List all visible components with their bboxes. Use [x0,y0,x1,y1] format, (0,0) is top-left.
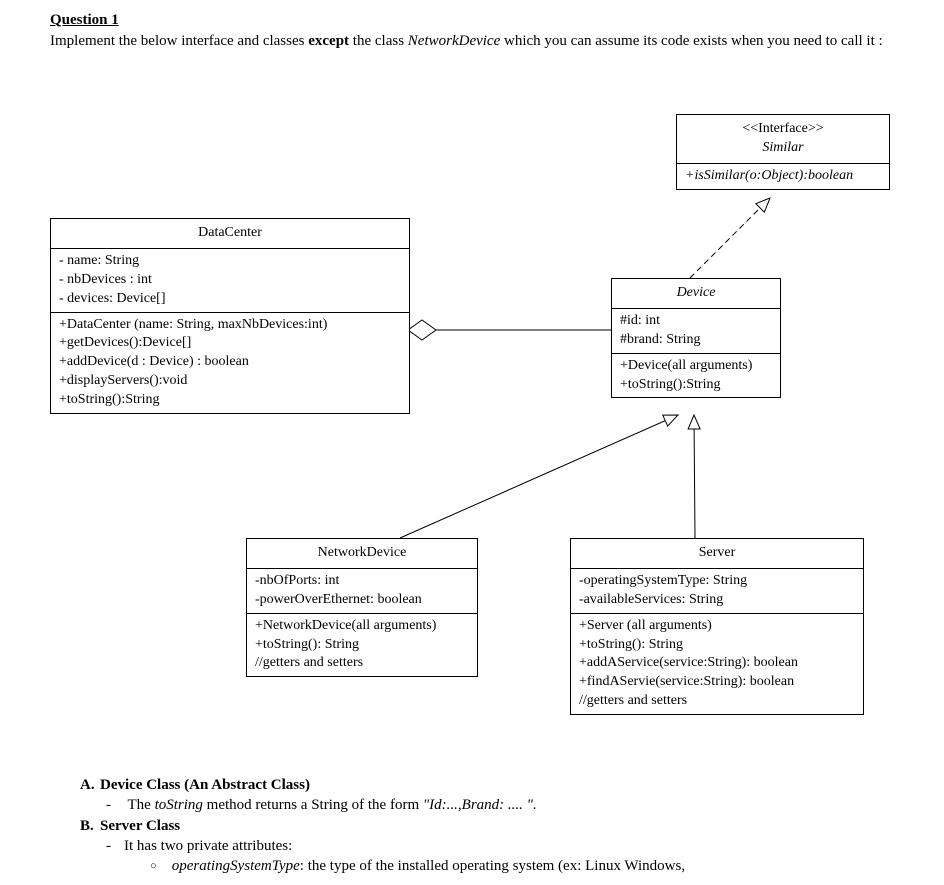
uml-networkdevice-methods: +NetworkDevice(all arguments) +toString(… [247,614,477,677]
uml-server-method-2: +toString(): String [579,636,855,655]
uml-similar-name: Similar [685,139,881,158]
uml-networkdevice-attr-1: -nbOfPorts: int [255,572,469,591]
note-a-item-1-ital1: toString [155,797,203,813]
uml-class-device: Device #id: int #brand: String +Device(a… [611,278,781,398]
uml-similar-title: <<Interface>> Similar [677,115,889,164]
prompt-ital: NetworkDevice [408,33,500,49]
uml-datacenter-attr-1: - name: String [59,252,401,271]
prompt-post: which you can assume its code exists whe… [500,33,882,49]
prompt-mid: the class [349,33,408,49]
prompt-bold: except [308,33,349,49]
note-b-item-1: It has two private attributes: [124,836,880,856]
uml-similar-methods: +isSimilar(o:Object):boolean [677,164,889,189]
note-a-heading: A.Device Class (An Abstract Class) [80,775,880,795]
uml-similar-method-1: +isSimilar(o:Object):boolean [685,167,881,186]
uml-datacenter-method-5: +toString():String [59,391,401,410]
question-heading: Question 1 [50,12,944,29]
note-b-letter: B. [80,816,100,836]
uml-server-method-3: +addAService(service:String): boolean [579,654,855,673]
uml-datacenter-method-3: +addDevice(d : Device) : boolean [59,353,401,372]
note-b-subitem-1-post: : the type of the installed operating sy… [300,858,685,874]
note-a-letter: A. [80,775,100,795]
uml-server-method-5: //getters and setters [579,692,855,711]
note-b-title: Server Class [100,818,180,834]
uml-server-methods: +Server (all arguments) +toString(): Str… [571,614,863,714]
uml-device-attr-1: #id: int [620,312,772,331]
uml-datacenter-attr-2: - nbDevices : int [59,271,401,290]
note-a-item-1-ital2: "Id:...,Brand: .... ". [423,797,537,813]
uml-datacenter-attr-3: - devices: Device[] [59,290,401,309]
uml-class-server: Server -operatingSystemType: String -ava… [570,538,864,715]
uml-networkdevice-method-2: +toString(): String [255,636,469,655]
note-b-heading: B.Server Class [80,816,880,836]
note-a-item-1-mid: method returns a String of the form [203,797,423,813]
uml-diagram: Similar (realization, dashed, open trian… [50,110,930,750]
uml-device-methods: +Device(all arguments) +toString():Strin… [612,354,780,398]
notes-section: A.Device Class (An Abstract Class) The t… [80,775,880,876]
uml-similar-stereotype: <<Interface>> [685,120,881,139]
uml-device-title: Device [612,279,780,309]
uml-server-attr-1: -operatingSystemType: String [579,572,855,591]
uml-device-method-1: +Device(all arguments) [620,357,772,376]
uml-networkdevice-method-3: //getters and setters [255,654,469,673]
note-a-item-1-pre: The [127,797,154,813]
note-b-subitem-1: operatingSystemType: the type of the ins… [168,856,880,876]
uml-class-networkdevice: NetworkDevice -nbOfPorts: int -powerOver… [246,538,478,677]
uml-datacenter-attrs: - name: String - nbDevices : int - devic… [51,249,409,313]
note-b-subitem-1-ital: operatingSystemType [172,858,300,874]
note-a-item-1: The toString method returns a String of … [124,795,880,815]
uml-class-datacenter: DataCenter - name: String - nbDevices : … [50,218,410,414]
uml-networkdevice-attr-2: -powerOverEthernet: boolean [255,591,469,610]
uml-datacenter-method-2: +getDevices():Device[] [59,334,401,353]
page: Question 1 Implement the below interface… [0,0,944,885]
uml-device-attrs: #id: int #brand: String [612,309,780,354]
uml-datacenter-methods: +DataCenter (name: String, maxNbDevices:… [51,313,409,413]
note-a-title: Device Class (An Abstract Class) [100,777,310,793]
uml-class-similar: <<Interface>> Similar +isSimilar(o:Objec… [676,114,890,190]
uml-datacenter-method-1: +DataCenter (name: String, maxNbDevices:… [59,316,401,335]
uml-networkdevice-attrs: -nbOfPorts: int -powerOverEthernet: bool… [247,569,477,614]
uml-datacenter-title: DataCenter [51,219,409,249]
uml-server-attr-2: -availableServices: String [579,591,855,610]
uml-device-method-2: +toString():String [620,376,772,395]
uml-networkdevice-method-1: +NetworkDevice(all arguments) [255,617,469,636]
uml-server-method-1: +Server (all arguments) [579,617,855,636]
uml-server-method-4: +findAServie(service:String): boolean [579,673,855,692]
uml-server-title: Server [571,539,863,569]
prompt-pre: Implement the below interface and classe… [50,33,308,49]
uml-networkdevice-title: NetworkDevice [247,539,477,569]
uml-device-attr-2: #brand: String [620,331,772,350]
uml-server-attrs: -operatingSystemType: String -availableS… [571,569,863,614]
question-prompt: Implement the below interface and classe… [50,31,890,51]
uml-datacenter-method-4: +displayServers():void [59,372,401,391]
